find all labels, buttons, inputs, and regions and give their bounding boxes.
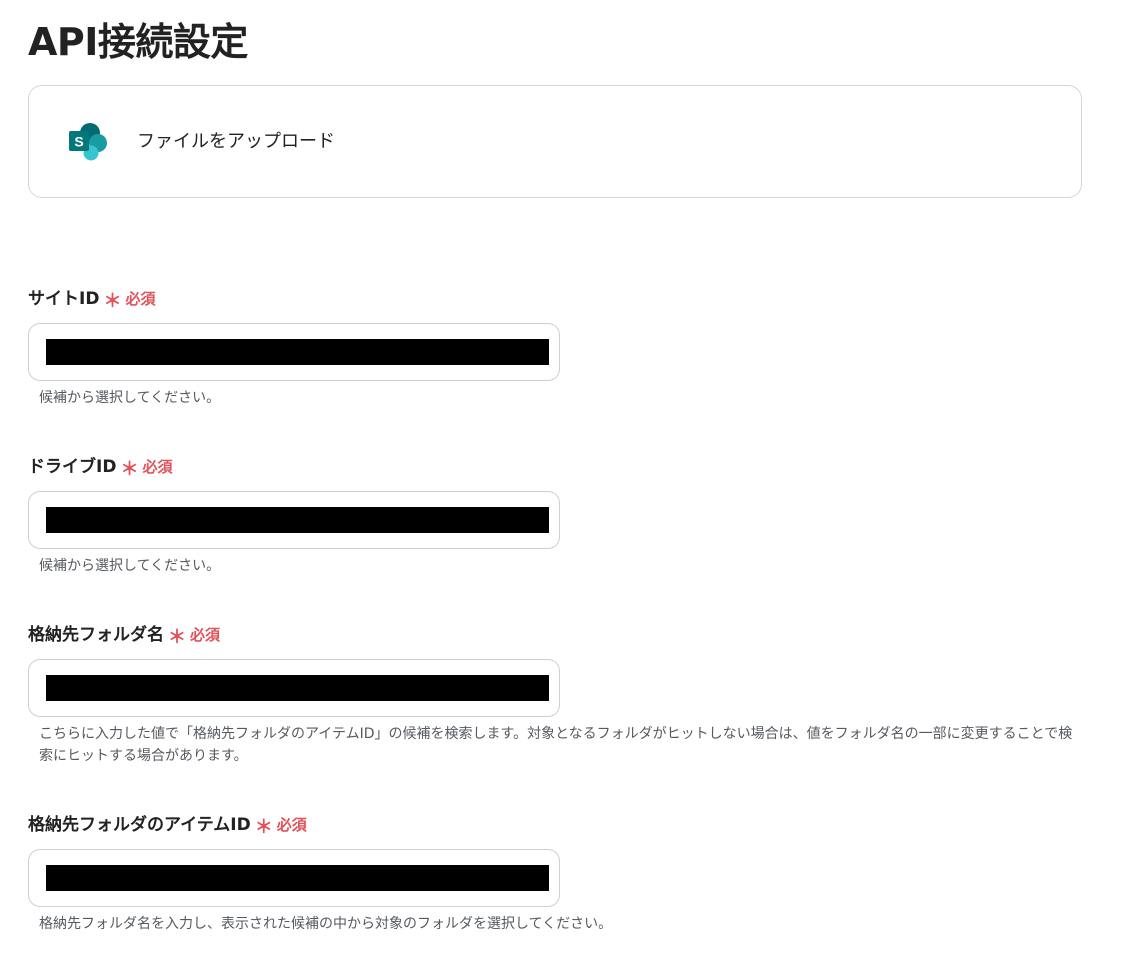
drive-id-input[interactable]	[28, 491, 560, 549]
field-label-text: 格納先フォルダのアイテムID	[28, 815, 251, 835]
required-asterisk: ＊	[103, 291, 122, 312]
field-site-id: サイトID ＊ 必須 候補から選択してください。	[28, 287, 1084, 409]
required-badge: 必須	[125, 290, 156, 308]
redacted-value	[46, 339, 549, 365]
field-label-text: ドライブID	[28, 457, 117, 477]
field-label-text: 格納先フォルダ名	[28, 625, 164, 645]
field-label: サイトID ＊ 必須	[28, 287, 1084, 312]
required-asterisk: ＊	[120, 459, 139, 480]
field-label: 格納先フォルダのアイテムID ＊ 必須	[28, 813, 1084, 838]
redacted-value	[46, 675, 549, 701]
field-help-text: 格納先フォルダ名を入力し、表示された候補の中から対象のフォルダを選択してください…	[39, 916, 613, 932]
field-help-text: 候補から選択してください。	[39, 558, 221, 574]
svg-text:S: S	[74, 134, 83, 150]
site-id-input[interactable]	[28, 323, 560, 381]
required-badge: 必須	[276, 816, 307, 834]
api-settings-page: API接続設定 S ファイルをアップロード サイトID ＊ 必須 候補から選択し…	[0, 0, 1132, 968]
folder-item-id-input[interactable]	[28, 849, 560, 907]
field-label: 格納先フォルダ名 ＊ 必須	[28, 623, 1084, 648]
required-asterisk: ＊	[168, 627, 186, 648]
required-asterisk: ＊	[254, 817, 273, 838]
action-label: ファイルをアップロード	[137, 131, 335, 152]
redacted-value	[46, 865, 549, 891]
field-help-text: こちらに入力した値で「格納先フォルダのアイテムID」の候補を検索します。対象とな…	[39, 726, 1073, 764]
folder-name-input[interactable]	[28, 659, 560, 717]
page-title: API接続設定	[28, 20, 248, 64]
field-help-text: 候補から選択してください。	[39, 390, 221, 406]
required-badge: 必須	[190, 626, 221, 644]
field-label-text: サイトID	[28, 289, 100, 309]
redacted-value	[46, 507, 549, 533]
field-drive-id: ドライブID ＊ 必須 候補から選択してください。	[28, 455, 1084, 577]
field-folder-item-id: 格納先フォルダのアイテムID ＊ 必須 格納先フォルダ名を入力し、表示された候補…	[28, 813, 1084, 935]
field-folder-name: 格納先フォルダ名 ＊ 必須 こちらに入力した値で「格納先フォルダのアイテムID」…	[28, 623, 1084, 767]
field-label: ドライブID ＊ 必須	[28, 455, 1084, 480]
action-card[interactable]: S ファイルをアップロード	[28, 85, 1082, 198]
sharepoint-icon: S	[69, 123, 107, 161]
required-badge: 必須	[142, 458, 173, 476]
